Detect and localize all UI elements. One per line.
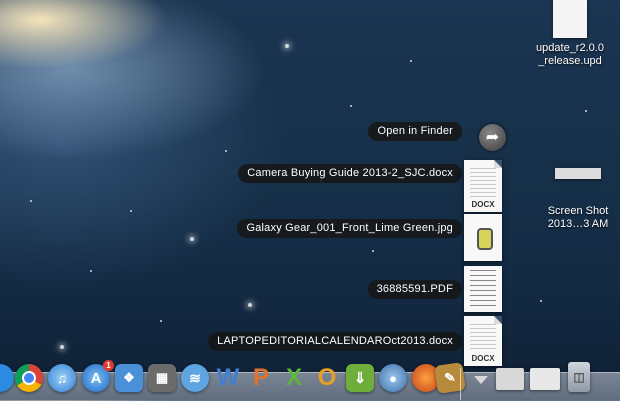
dropbox-icon[interactable]: ❖: [115, 364, 143, 392]
app-store-icon[interactable]: A 1: [82, 360, 114, 392]
chrome-center: [22, 371, 36, 385]
star: [410, 60, 412, 62]
chrome-icon[interactable]: [15, 364, 43, 392]
dock-separator: [460, 368, 461, 400]
star: [585, 110, 587, 112]
page-fold: [494, 316, 502, 324]
notification-badge: 1: [103, 360, 114, 371]
page-fold: [494, 160, 502, 168]
star: [30, 200, 32, 202]
word-icon[interactable]: W: [214, 364, 242, 392]
downloads-stack-icon[interactable]: [496, 368, 524, 390]
desktop-file-update[interactable]: update_r2.0.0 _release.upd: [530, 0, 610, 68]
file-type-badge: DOCX: [471, 354, 495, 363]
cloud-app-icon[interactable]: ≋: [181, 364, 209, 392]
stack-item-label[interactable]: Galaxy Gear_001_Front_Lime Green.jpg: [237, 219, 462, 238]
star: [225, 150, 227, 152]
star: [372, 250, 374, 252]
desktop: update_r2.0.0 _release.upd Screen Shot 2…: [0, 0, 620, 401]
system-utility-icon[interactable]: ▦: [148, 364, 176, 392]
open-in-finder-arrow-icon[interactable]: ➦: [479, 124, 506, 151]
star: [190, 237, 194, 241]
star: [160, 320, 162, 322]
docx-file-icon[interactable]: DOCX: [464, 316, 502, 366]
jpg-image-icon[interactable]: [464, 214, 502, 261]
doc-lines: [470, 168, 496, 198]
stack-item-label[interactable]: 36885591.PDF: [367, 280, 462, 299]
window-thumbnail-1[interactable]: [530, 368, 560, 390]
network-app-icon[interactable]: ●: [379, 364, 407, 392]
doc-lines: [470, 324, 496, 352]
screenshot-file-icon: [555, 168, 601, 179]
trash-icon[interactable]: ◫: [568, 362, 590, 392]
docx-file-icon[interactable]: DOCX: [464, 160, 502, 212]
star: [60, 345, 64, 349]
outlook-icon[interactable]: O: [313, 364, 341, 392]
stack-item-label[interactable]: Camera Buying Guide 2013-2_SJC.docx: [238, 164, 462, 183]
desktop-file-screenshot[interactable]: Screen Shot 2013…3 AM: [538, 168, 618, 231]
update-file-icon: [553, 0, 587, 38]
star: [130, 210, 132, 212]
desktop-file-label: update_r2.0.0 _release.upd: [536, 42, 604, 67]
star: [285, 44, 289, 48]
doc-lines: [470, 270, 496, 308]
star: [90, 270, 92, 272]
file-type-badge: DOCX: [471, 200, 495, 209]
excel-icon[interactable]: X: [280, 364, 308, 392]
stack-open-arrow-icon: [474, 376, 488, 384]
watch-image: [477, 228, 493, 250]
pdf-file-icon[interactable]: [464, 266, 502, 312]
open-in-finder-label[interactable]: Open in Finder: [368, 122, 462, 141]
powerpoint-icon[interactable]: P: [247, 364, 275, 392]
desktop-file-label: Screen Shot 2013…3 AM: [547, 205, 609, 230]
preview-icon[interactable]: ✎: [434, 362, 466, 394]
stack-item-label[interactable]: LAPTOPEDITORIALCALENDAROct2013.docx: [208, 332, 462, 351]
itunes-icon[interactable]: ♫: [48, 364, 76, 392]
star: [540, 300, 542, 302]
download-app-icon[interactable]: ⇓: [346, 364, 374, 392]
star: [350, 105, 352, 107]
star: [248, 303, 252, 307]
